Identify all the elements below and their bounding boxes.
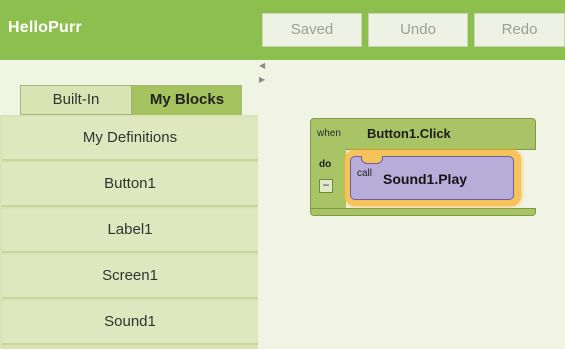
- call-label: call: [357, 168, 373, 179]
- chevron-left-icon: ◀: [259, 61, 266, 70]
- tab-built-in[interactable]: Built-In: [20, 85, 132, 115]
- redo-button[interactable]: Redo: [474, 13, 565, 47]
- drawer-item-screen1[interactable]: Screen1: [2, 255, 258, 299]
- event-block-header: when Button1.Click: [310, 118, 536, 150]
- collapse-minus-icon[interactable]: −: [319, 179, 333, 193]
- event-name: Button1.Click: [367, 126, 451, 141]
- drawer-item-sound1[interactable]: Sound1: [2, 301, 258, 345]
- undo-button[interactable]: Undo: [368, 13, 468, 47]
- saved-button[interactable]: Saved: [262, 13, 362, 47]
- event-block-body: do −: [310, 149, 346, 211]
- drawer-item-my-definitions[interactable]: My Definitions: [2, 117, 258, 161]
- drawer-item-label1[interactable]: Label1: [2, 209, 258, 253]
- tab-my-blocks[interactable]: My Blocks: [132, 85, 242, 116]
- panel-collapse-toggle[interactable]: ◀ ▶: [259, 62, 267, 86]
- call-block-sound1-play[interactable]: call Sound1.Play: [350, 156, 514, 200]
- event-do-label: do: [319, 159, 332, 170]
- call-method-name: Sound1.Play: [383, 171, 468, 187]
- block-connector-notch: [361, 156, 383, 164]
- chevron-right-icon: ▶: [259, 75, 266, 84]
- event-when-label: when: [317, 128, 341, 139]
- event-block-footer: [310, 208, 536, 216]
- app-title: HelloPurr: [8, 19, 82, 36]
- drawer-item-button1[interactable]: Button1: [2, 163, 258, 207]
